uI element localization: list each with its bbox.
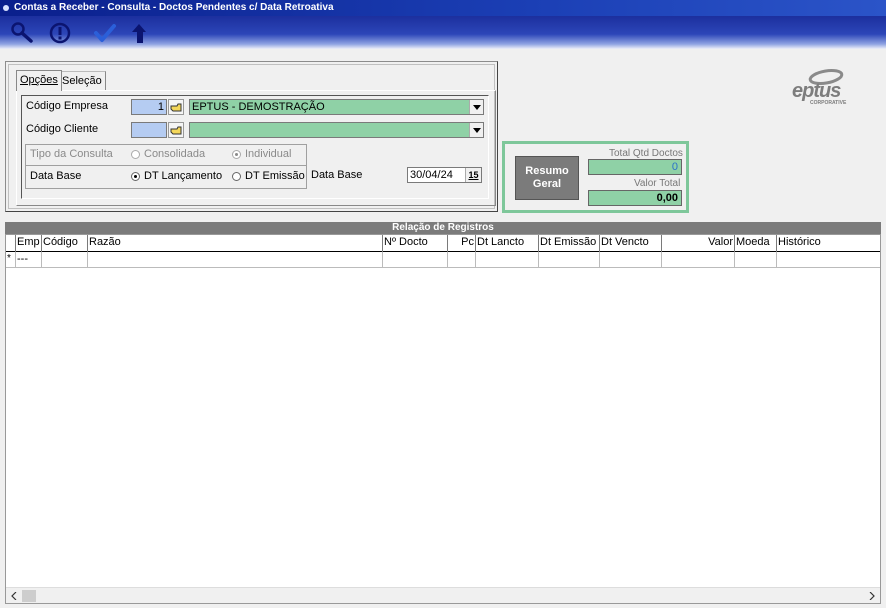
col-header-dt-emissao[interactable]: Dt Emissão <box>538 235 599 252</box>
col-header-num-docto[interactable]: Nº Docto <box>382 235 447 252</box>
col-header-moeda[interactable]: Moeda <box>734 235 776 252</box>
records-grid: Emp Código Razão Nº Docto Pc Dt Lancto D… <box>5 234 881 604</box>
scroll-left-button[interactable] <box>6 588 22 604</box>
chevron-right-icon <box>869 592 875 600</box>
chevron-down-icon <box>472 104 481 110</box>
empresa-name-combo[interactable]: EPTUS - DEMOSTRAÇÃO <box>189 99 484 115</box>
tab-opcoes-label: Opções <box>20 74 58 86</box>
cell-emp[interactable]: --- <box>15 252 41 268</box>
group-divider <box>26 165 306 166</box>
cell-dt-lancto[interactable] <box>475 252 538 268</box>
cell-codigo[interactable] <box>41 252 87 268</box>
back-button[interactable] <box>125 20 153 46</box>
cell-historico[interactable] <box>776 252 880 268</box>
total-qtd-value: 0 <box>588 159 682 175</box>
checkmark-icon <box>94 24 116 42</box>
grid-title: Relação de Registros <box>5 222 881 234</box>
return-arrow-icon <box>132 24 146 43</box>
radio-circle <box>131 149 140 159</box>
search-icon <box>11 22 33 43</box>
cell-dt-emissao[interactable] <box>538 252 599 268</box>
table-row[interactable]: * --- <box>6 252 880 268</box>
cliente-name-combo[interactable] <box>189 122 484 138</box>
col-header-dt-lancto[interactable]: Dt Lancto <box>475 235 538 252</box>
cliente-lookup-button[interactable] <box>168 122 184 138</box>
col-header-codigo[interactable]: Código <box>41 235 87 252</box>
alert-button[interactable] <box>46 20 74 46</box>
cell-valor[interactable] <box>661 252 734 268</box>
cliente-code-field[interactable] <box>131 122 167 138</box>
calendar-icon: 15 <box>468 170 479 180</box>
scroll-right-button[interactable] <box>864 588 880 604</box>
tab-selecao-label: Seleção <box>62 75 102 87</box>
cell-num-docto[interactable] <box>382 252 447 268</box>
radio-individual-label: Individual <box>245 148 292 160</box>
col-header-valor[interactable]: Valor <box>661 235 734 252</box>
scroll-thumb[interactable] <box>22 590 36 602</box>
empresa-label: Código Empresa <box>26 100 108 112</box>
options-panel: Opções Seleção Código Empresa 1 EPTUS - … <box>5 61 498 212</box>
grid-header: Emp Código Razão Nº Docto Pc Dt Lancto D… <box>6 235 880 252</box>
row-indicator: * <box>7 253 11 264</box>
tab-opcoes[interactable]: Opções <box>16 70 62 91</box>
tab-page-frame: Código Empresa 1 EPTUS - DEMOSTRAÇÃO Cód… <box>21 95 489 199</box>
radio-dt-lancamento-label: DT Lançamento <box>144 170 223 182</box>
empresa-lookup-button[interactable] <box>168 99 184 115</box>
radio-dt-emissao[interactable]: DT Emissão <box>232 170 305 182</box>
radio-circle <box>232 171 241 181</box>
cell-pc[interactable] <box>447 252 475 268</box>
pointing-hand-icon <box>170 126 181 134</box>
radio-dt-lancamento[interactable]: DT Lançamento <box>131 170 222 182</box>
cliente-label: Código Cliente <box>26 123 99 135</box>
col-header-emp[interactable]: Emp <box>15 235 41 252</box>
window-icon <box>3 5 9 11</box>
radio-consolidada-label: Consolidada <box>144 148 206 160</box>
cell-moeda[interactable] <box>734 252 776 268</box>
window-title-bar: Contas a Receber - Consulta - Doctos Pen… <box>0 0 886 16</box>
toolbar <box>0 16 886 49</box>
row-indicator-header <box>6 235 15 252</box>
confirm-button[interactable] <box>91 20 119 46</box>
empresa-code-field[interactable]: 1 <box>131 99 167 115</box>
search-button[interactable] <box>8 20 36 46</box>
valor-total-value: 0,00 <box>588 190 682 206</box>
col-header-razao[interactable]: Razão <box>87 235 382 252</box>
col-header-historico[interactable]: Histórico <box>776 235 880 252</box>
data-base-date-field[interactable]: 30/04/24 15 <box>407 167 482 183</box>
logo-subtext: CORPORATIVE <box>810 100 847 106</box>
radio-dt-emissao-label: DT Emissão <box>245 170 305 182</box>
exclamation-circle-icon <box>49 22 71 44</box>
options-panel-inner: Opções Seleção Código Empresa 1 EPTUS - … <box>8 64 496 209</box>
tab-page-opcoes: Código Empresa 1 EPTUS - DEMOSTRAÇÃO Cód… <box>16 90 496 206</box>
tipo-consulta-label: Tipo da Consulta <box>30 148 113 160</box>
data-base-date-value: 30/04/24 <box>410 169 453 181</box>
window-title: Contas a Receber - Consulta - Doctos Pen… <box>14 2 334 13</box>
data-base-value-label: Data Base <box>311 169 363 181</box>
eptus-logo: eptus CORPORATIVE <box>790 66 856 106</box>
radio-circle-selected <box>232 149 241 159</box>
cliente-combo-dropdown[interactable] <box>469 123 483 137</box>
radio-individual[interactable]: Individual <box>232 148 291 160</box>
col-header-pc[interactable]: Pc <box>447 235 475 252</box>
horizontal-scrollbar[interactable] <box>6 587 880 603</box>
col-header-dt-vencto[interactable]: Dt Vencto <box>599 235 661 252</box>
pointing-hand-icon <box>170 103 181 111</box>
radio-consolidada[interactable]: Consolidada <box>131 148 205 160</box>
resumo-geral-button[interactable]: Resumo Geral <box>515 156 579 200</box>
empresa-combo-dropdown[interactable] <box>469 100 483 114</box>
valor-total-label: Valor Total <box>634 178 681 189</box>
data-base-label: Data Base <box>30 170 82 182</box>
chevron-left-icon <box>11 592 17 600</box>
resumo-panel: Resumo Geral Total Qtd Doctos 0 Valor To… <box>502 141 689 213</box>
chevron-down-icon <box>472 127 481 133</box>
total-qtd-label: Total Qtd Doctos <box>609 148 683 159</box>
cell-razao[interactable] <box>87 252 382 268</box>
cell-dt-vencto[interactable] <box>599 252 661 268</box>
empresa-name-value: EPTUS - DEMOSTRAÇÃO <box>192 101 325 113</box>
radio-circle-selected <box>131 171 140 181</box>
calendar-button[interactable]: 15 <box>465 168 481 182</box>
tab-selecao[interactable]: Seleção <box>58 71 106 91</box>
